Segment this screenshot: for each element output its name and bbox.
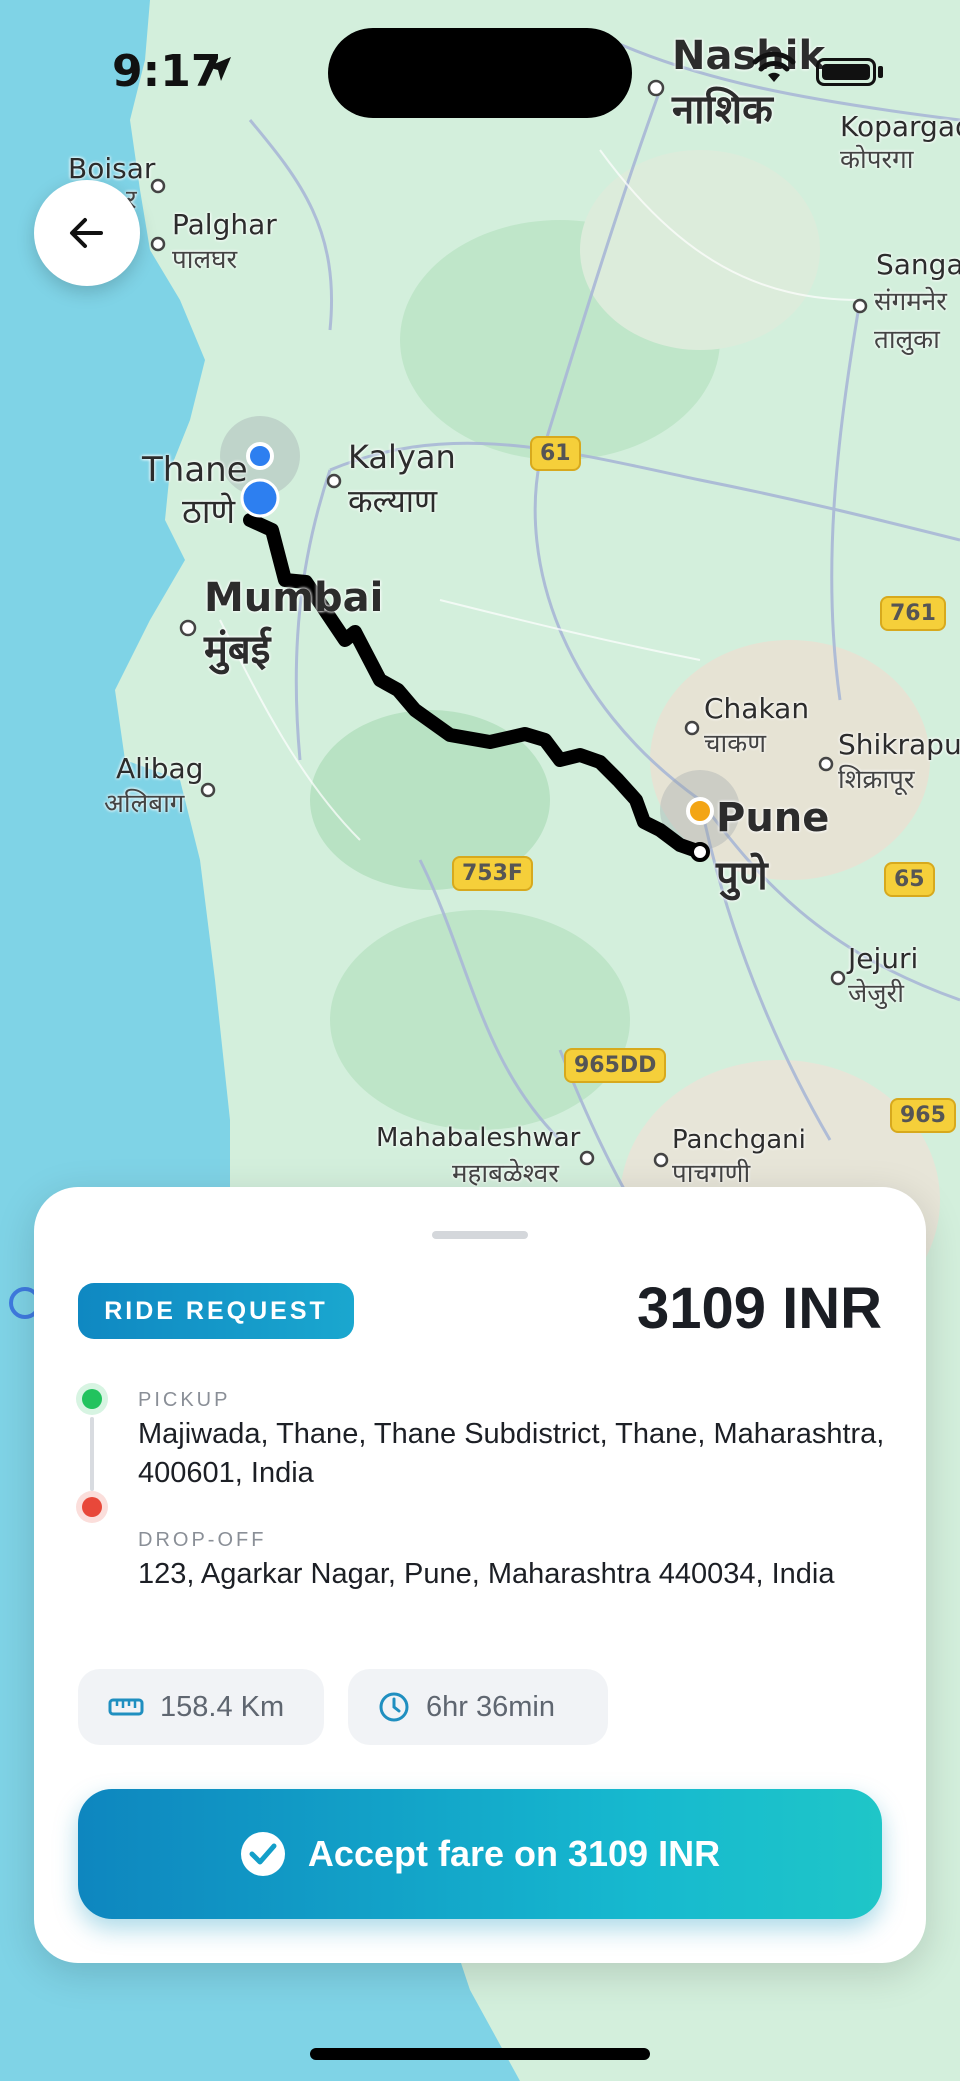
road-shield-65: 65 (884, 862, 935, 897)
map-label-kalyan: Kalyan (348, 438, 456, 476)
map-label-mahabaleshwar-local: महाबळेश्वर (452, 1159, 559, 1189)
accept-fare-button[interactable]: Accept fare on 3109 INR (78, 1789, 882, 1919)
map-label-panchgani-local: पाचगणी (672, 1159, 751, 1189)
status-bar: 9:17 (0, 0, 960, 140)
ruler-icon (108, 1698, 144, 1716)
ride-request-badge: RIDE REQUEST (78, 1283, 354, 1339)
battery-tip (878, 66, 883, 78)
pickup-label: PICKUP (138, 1389, 231, 1411)
dropoff-address: 123, Agarkar Nagar, Pune, Maharashtra 44… (138, 1558, 835, 1590)
dynamic-island (328, 28, 632, 118)
road-shield-965dd: 965DD (564, 1048, 667, 1083)
map-label-thane: Thane (142, 450, 248, 490)
map-label-sangamner-local: संगमनेर (874, 287, 947, 317)
map-label-alibag: Alibag (116, 752, 204, 785)
battery-icon (816, 58, 876, 86)
accept-fare-label: Accept fare on 3109 INR (307, 1833, 721, 1874)
map-label-shikrapur: Shikrapur (838, 728, 960, 761)
back-button[interactable] (34, 180, 140, 286)
dropoff-label: DROP-OFF (138, 1529, 267, 1551)
map-label-mumbai: Mumbai (204, 575, 384, 621)
map-label-palghar: Palghar (172, 208, 277, 241)
map-label-mumbai-local: मुंबई (204, 627, 271, 673)
road-shield-753f: 753F (452, 856, 533, 891)
map-label-pune: Pune (716, 795, 830, 841)
fare-price: 3109 INR (636, 1276, 882, 1341)
map-label-sangamner: Sangar (876, 248, 960, 281)
map-label-taluka-local: तालुका (874, 325, 940, 355)
wifi-icon (752, 52, 796, 82)
duration-value: 6hr 36min (426, 1690, 555, 1723)
dropoff-dot-icon (82, 1497, 102, 1517)
duration-chip: 6hr 36min (348, 1669, 608, 1745)
map-label-kalyan-local: कल्याण (348, 482, 438, 520)
road-shield-61: 61 (530, 436, 581, 471)
ride-request-sheet: RIDE REQUEST 3109 INR PICKUP Majiwada, T… (34, 1187, 926, 1963)
check-circle-icon (240, 1832, 285, 1876)
map-label-chakan-local: चाकण (704, 729, 767, 759)
map-label-alibag-local: अलिबाग (104, 789, 185, 819)
map-label-palghar-local: पालघर (172, 245, 238, 275)
route-connector (90, 1417, 94, 1491)
map-label-mahabaleshwar: Mahabaleshwar (376, 1123, 581, 1153)
road-shield-761: 761 (880, 596, 946, 631)
map-label-shikrapur-local: शिक्रापूर (838, 765, 915, 795)
clock-icon (379, 1692, 409, 1722)
map-label-chakan: Chakan (704, 692, 810, 725)
sheet-handle[interactable] (432, 1231, 528, 1239)
location-arrow-icon (207, 57, 231, 81)
map-label-kopargao-local: कोपरगा (840, 145, 914, 175)
map-label-jejuri: Jejuri (848, 942, 919, 975)
map-label-jejuri-local: जेजुरी (848, 979, 904, 1009)
map-label-thane-local: ठाणे (182, 492, 236, 532)
pickup-address: Majiwada, Thane, Thane Subdistrict, Than… (138, 1418, 885, 1489)
home-indicator[interactable] (310, 2048, 650, 2060)
distance-value: 158.4 Km (160, 1690, 285, 1723)
road-shield-965: 965 (890, 1098, 956, 1133)
arrow-left-icon (70, 218, 103, 248)
map-label-pune-local: पुणे (716, 853, 768, 899)
map-label-panchgani: Panchgani (672, 1125, 806, 1155)
distance-chip: 158.4 Km (78, 1669, 324, 1745)
pickup-dot-icon (82, 1389, 102, 1409)
